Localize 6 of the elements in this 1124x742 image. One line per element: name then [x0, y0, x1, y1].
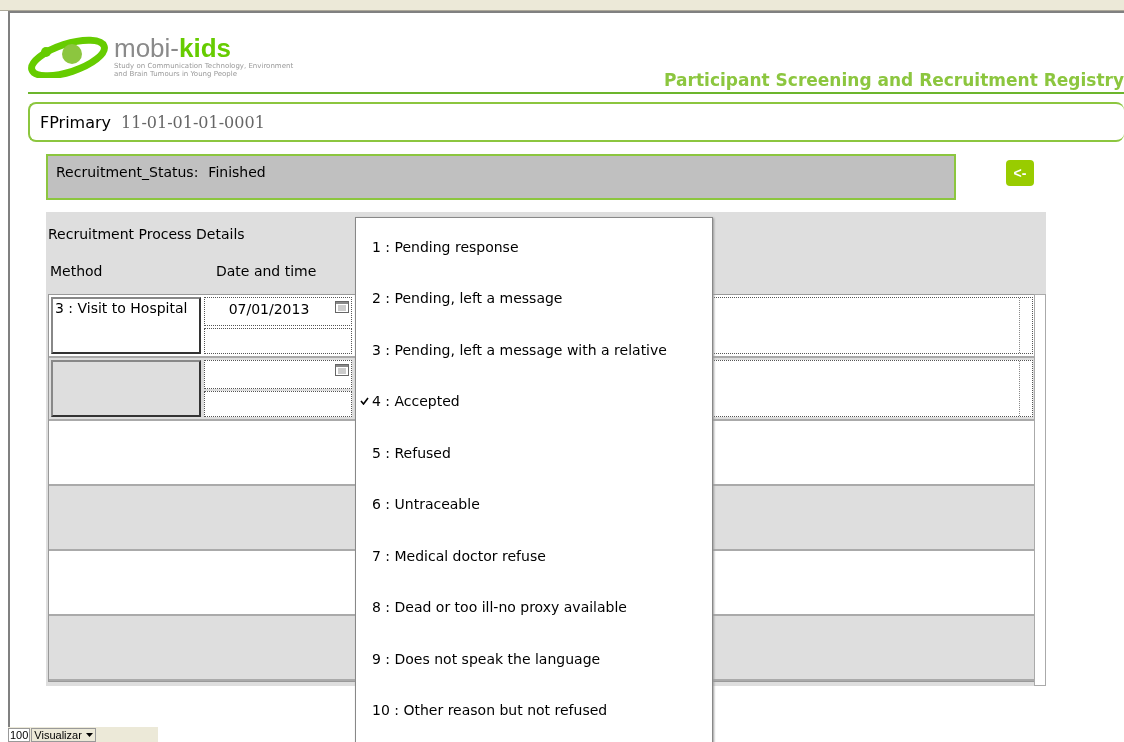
status-panel: Recruitment_Status: Finished — [46, 154, 956, 200]
column-header: Date and time — [216, 263, 317, 279]
section-title: Recruitment Process Details — [48, 226, 245, 242]
column-header: Method — [50, 263, 103, 279]
app-title: Participant Screening and Recruitment Registry — [664, 70, 1124, 90]
logo-text: mobi-kids — [114, 34, 233, 62]
